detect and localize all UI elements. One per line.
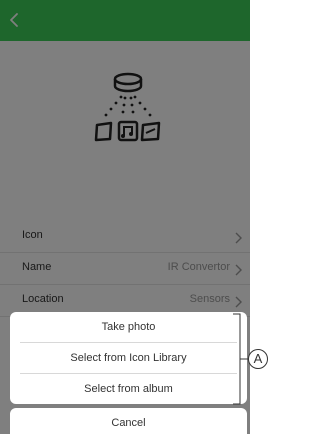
- take-photo-button[interactable]: Take photo: [10, 312, 247, 342]
- callout-label: A: [253, 351, 263, 366]
- icon-source-action-sheet: Take photo Select from Icon Library Sele…: [10, 312, 247, 404]
- select-from-album-button[interactable]: Select from album: [10, 374, 247, 404]
- cancel-button[interactable]: Cancel: [10, 408, 247, 434]
- device-settings-screen: Icon Name IR Convertor Location Sensors …: [0, 0, 270, 434]
- select-from-icon-library-button[interactable]: Select from Icon Library: [10, 343, 247, 373]
